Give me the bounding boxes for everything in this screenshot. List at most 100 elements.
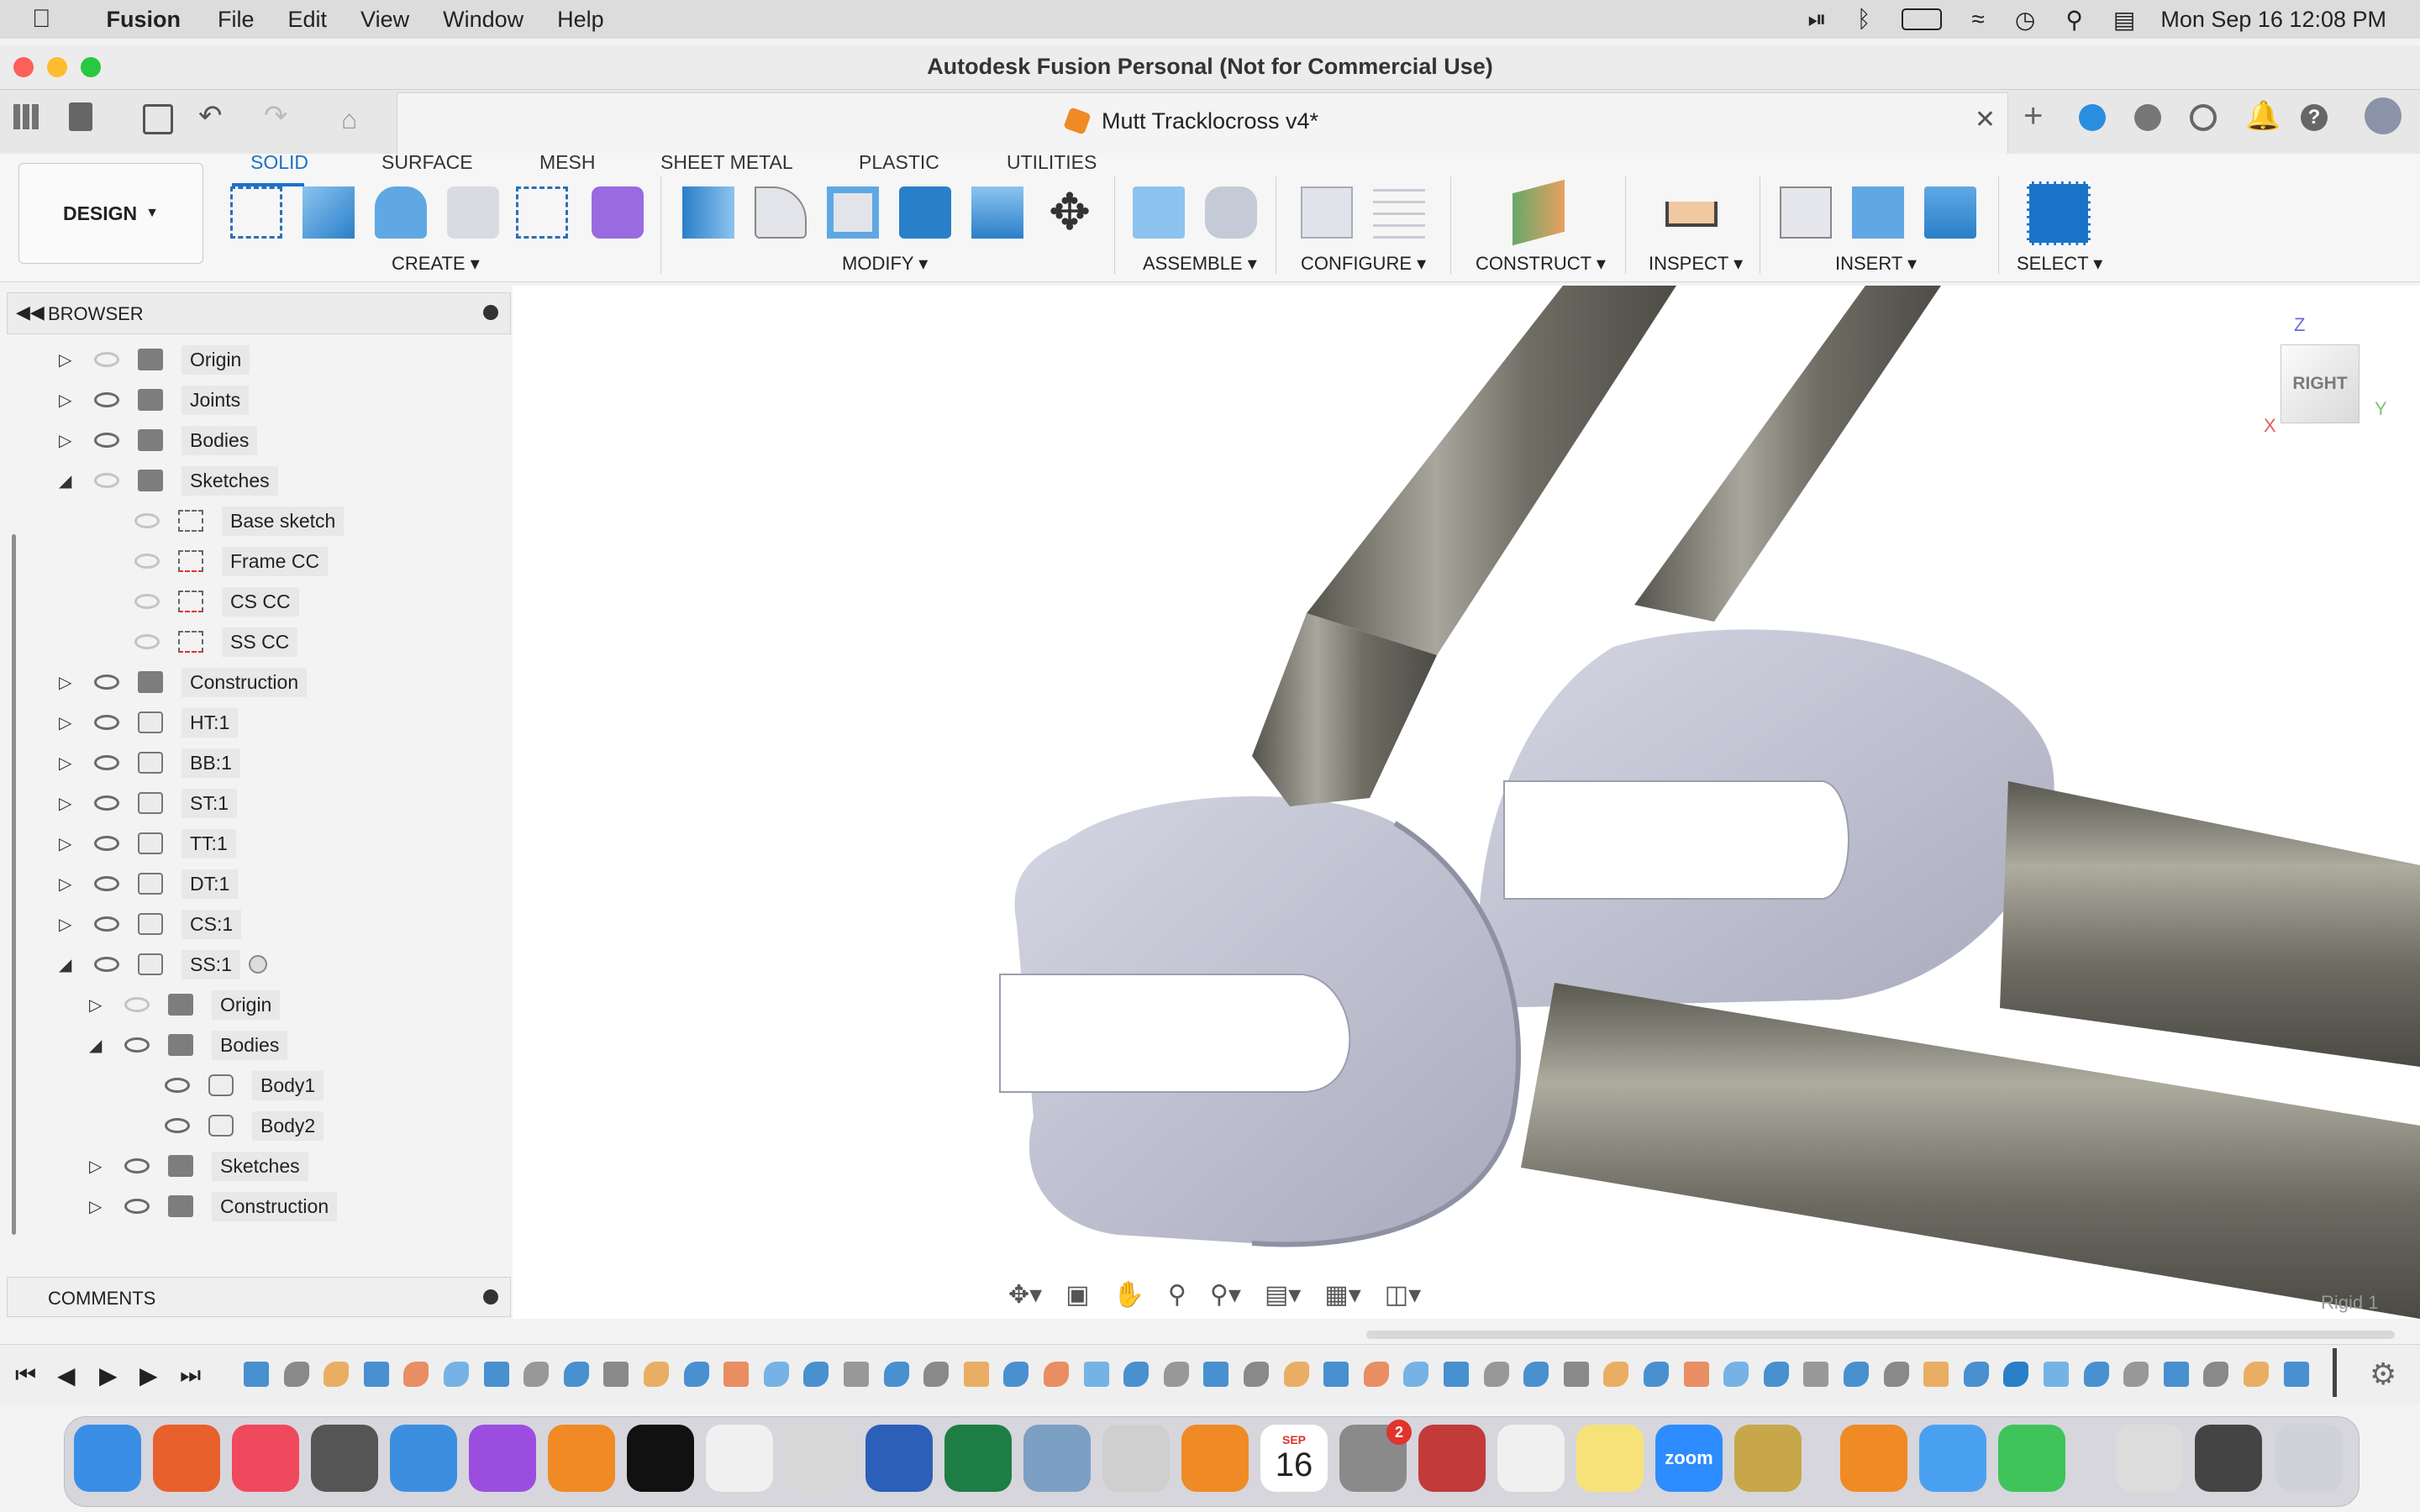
- calendar-icon[interactable]: SEP 16: [1260, 1425, 1328, 1492]
- browser-tree-item[interactable]: Body2: [119, 1109, 324, 1142]
- browser-tree-item[interactable]: ▷ Bodies: [59, 423, 258, 457]
- timeline-feature-icon[interactable]: [1363, 1362, 1389, 1387]
- tab-surface[interactable]: SURFACE: [381, 151, 473, 174]
- visibility-eye-icon[interactable]: [94, 876, 119, 891]
- collapsed-triangle-icon[interactable]: ▷: [59, 753, 84, 774]
- finder-icon[interactable]: [74, 1425, 141, 1492]
- collapsed-triangle-icon[interactable]: ▷: [89, 1156, 114, 1177]
- wifi-icon[interactable]: ≈: [1972, 6, 1985, 33]
- timeline-last-icon[interactable]: ⏭: [180, 1362, 201, 1389]
- insert-derive-icon[interactable]: [1780, 186, 1832, 239]
- timeline-feature-icon[interactable]: [2244, 1362, 2269, 1387]
- browser-tree-item[interactable]: ▷ ST:1: [59, 786, 238, 820]
- play-status-icon[interactable]: ⏯: [1807, 6, 1826, 34]
- timeline-feature-icon[interactable]: [1763, 1362, 1789, 1387]
- guitar-pro-icon[interactable]: [390, 1425, 457, 1492]
- browser-header[interactable]: ◀◀ BROWSER: [7, 292, 511, 334]
- recent-files-icon[interactable]: [2195, 1425, 2262, 1492]
- timeline-feature-icon[interactable]: [1803, 1362, 1829, 1387]
- firefox-icon[interactable]: [153, 1425, 220, 1492]
- browser-tree-item[interactable]: ◢ Bodies: [89, 1028, 288, 1062]
- inspect-group-label[interactable]: INSPECT ▾: [1649, 253, 1743, 275]
- browser-tree-item[interactable]: SS CC: [89, 625, 298, 659]
- timeline-feature-icon[interactable]: [1563, 1362, 1589, 1387]
- timeline-feature-icon[interactable]: [1923, 1362, 1949, 1387]
- menu-file[interactable]: File: [218, 7, 255, 33]
- visibility-eye-icon[interactable]: [124, 1199, 150, 1214]
- new-tab-icon[interactable]: +: [2023, 97, 2043, 135]
- browser-tree-item[interactable]: ▷ Sketches: [89, 1149, 308, 1183]
- menu-app-name[interactable]: Fusion: [107, 7, 182, 33]
- display-settings-icon[interactable]: ▤▾: [1265, 1280, 1301, 1310]
- activate-component-radio[interactable]: [248, 955, 267, 974]
- close-tab-icon[interactable]: ✕: [1975, 105, 1996, 134]
- insert-mcmaster-icon[interactable]: [1852, 186, 1904, 239]
- timeline-next-icon[interactable]: ▶: [139, 1362, 158, 1389]
- downloads-folder-icon[interactable]: [2116, 1425, 2183, 1492]
- press-pull-icon[interactable]: [682, 186, 734, 239]
- timeline-first-icon[interactable]: ⏮: [15, 1362, 36, 1389]
- timeline-feature-icon[interactable]: [883, 1362, 909, 1387]
- visibility-eye-icon[interactable]: [94, 795, 119, 811]
- books-icon[interactable]: [1181, 1425, 1249, 1492]
- visibility-eye-icon[interactable]: [94, 836, 119, 851]
- grid-settings-icon[interactable]: ▦▾: [1324, 1280, 1360, 1310]
- viewcube[interactable]: RIGHT: [2281, 344, 2360, 423]
- excel-icon[interactable]: [944, 1425, 1012, 1492]
- timeline-feature-icon[interactable]: [1844, 1362, 1869, 1387]
- configure-icon[interactable]: [1301, 186, 1353, 239]
- help-icon[interactable]: ?: [2301, 104, 2328, 131]
- timeline-feature-icon[interactable]: [1523, 1362, 1549, 1387]
- timeline-feature-icon[interactable]: [1083, 1362, 1109, 1387]
- timeline-feature-icon[interactable]: [324, 1362, 350, 1387]
- menu-view[interactable]: View: [360, 7, 409, 33]
- collapsed-triangle-icon[interactable]: ▷: [89, 1196, 114, 1217]
- user-avatar[interactable]: [2365, 97, 2402, 134]
- tab-utilities[interactable]: UTILITIES: [1007, 151, 1097, 174]
- visibility-eye-icon[interactable]: [94, 916, 119, 932]
- browser-tree-item[interactable]: ▷ Origin: [59, 343, 250, 376]
- dvd-player-icon[interactable]: [311, 1425, 378, 1492]
- expanded-triangle-icon[interactable]: ◢: [89, 1035, 114, 1056]
- timeline-feature-icon[interactable]: [844, 1362, 869, 1387]
- timeline-feature-icon[interactable]: [403, 1362, 429, 1387]
- collapsed-triangle-icon[interactable]: ▷: [89, 995, 114, 1016]
- comments-panel-header[interactable]: COMMENTS: [7, 1277, 511, 1317]
- timeline-feature-icon[interactable]: [1444, 1362, 1469, 1387]
- file-menu-icon[interactable]: [69, 102, 92, 131]
- collapsed-triangle-icon[interactable]: ▷: [59, 833, 84, 854]
- photos-icon[interactable]: [1497, 1425, 1565, 1492]
- fit-icon[interactable]: ⚲▾: [1210, 1280, 1241, 1310]
- system-settings-icon[interactable]: 2: [1339, 1420, 1412, 1492]
- timeline-feature-icon[interactable]: [763, 1362, 789, 1387]
- job-status-icon[interactable]: [2134, 104, 2161, 131]
- undo-icon[interactable]: ↶: [198, 99, 223, 133]
- create-group-label[interactable]: CREATE ▾: [392, 253, 480, 275]
- menu-help[interactable]: Help: [557, 7, 604, 33]
- collapsed-triangle-icon[interactable]: ▷: [59, 349, 84, 370]
- timeline-feature-icon[interactable]: [644, 1362, 669, 1387]
- expanded-triangle-icon[interactable]: ◢: [59, 954, 84, 975]
- timeline-feature-icon[interactable]: [1203, 1362, 1229, 1387]
- collapsed-triangle-icon[interactable]: ▷: [59, 430, 84, 451]
- browser-tree-item[interactable]: ▷ CS:1: [59, 907, 242, 941]
- timeline-feature-icon[interactable]: [2163, 1362, 2189, 1387]
- visibility-eye-icon[interactable]: [94, 433, 119, 448]
- timeline-feature-icon[interactable]: [2003, 1362, 2029, 1387]
- timeline-feature-icon[interactable]: [2083, 1362, 2109, 1387]
- visibility-hidden-icon[interactable]: [134, 513, 160, 528]
- vlc-icon[interactable]: [1840, 1425, 1907, 1492]
- visibility-hidden-icon[interactable]: [134, 594, 160, 609]
- battery-icon[interactable]: [1901, 8, 1942, 30]
- browser-tree-item[interactable]: ▷ DT:1: [59, 867, 239, 900]
- timeline-feature-icon[interactable]: [2203, 1362, 2229, 1387]
- expanded-triangle-icon[interactable]: ◢: [59, 470, 84, 491]
- timeline-feature-icon[interactable]: [723, 1362, 750, 1387]
- redo-icon[interactable]: ↷: [264, 99, 288, 133]
- timeline-marker[interactable]: [2333, 1348, 2337, 1397]
- timeline-feature-icon[interactable]: [1403, 1362, 1429, 1387]
- timeline-feature-icon[interactable]: [1723, 1362, 1749, 1387]
- visibility-hidden-icon[interactable]: [94, 352, 119, 367]
- browser-tree-item[interactable]: ▷ Joints: [59, 383, 250, 417]
- collapsed-triangle-icon[interactable]: ▷: [59, 390, 84, 411]
